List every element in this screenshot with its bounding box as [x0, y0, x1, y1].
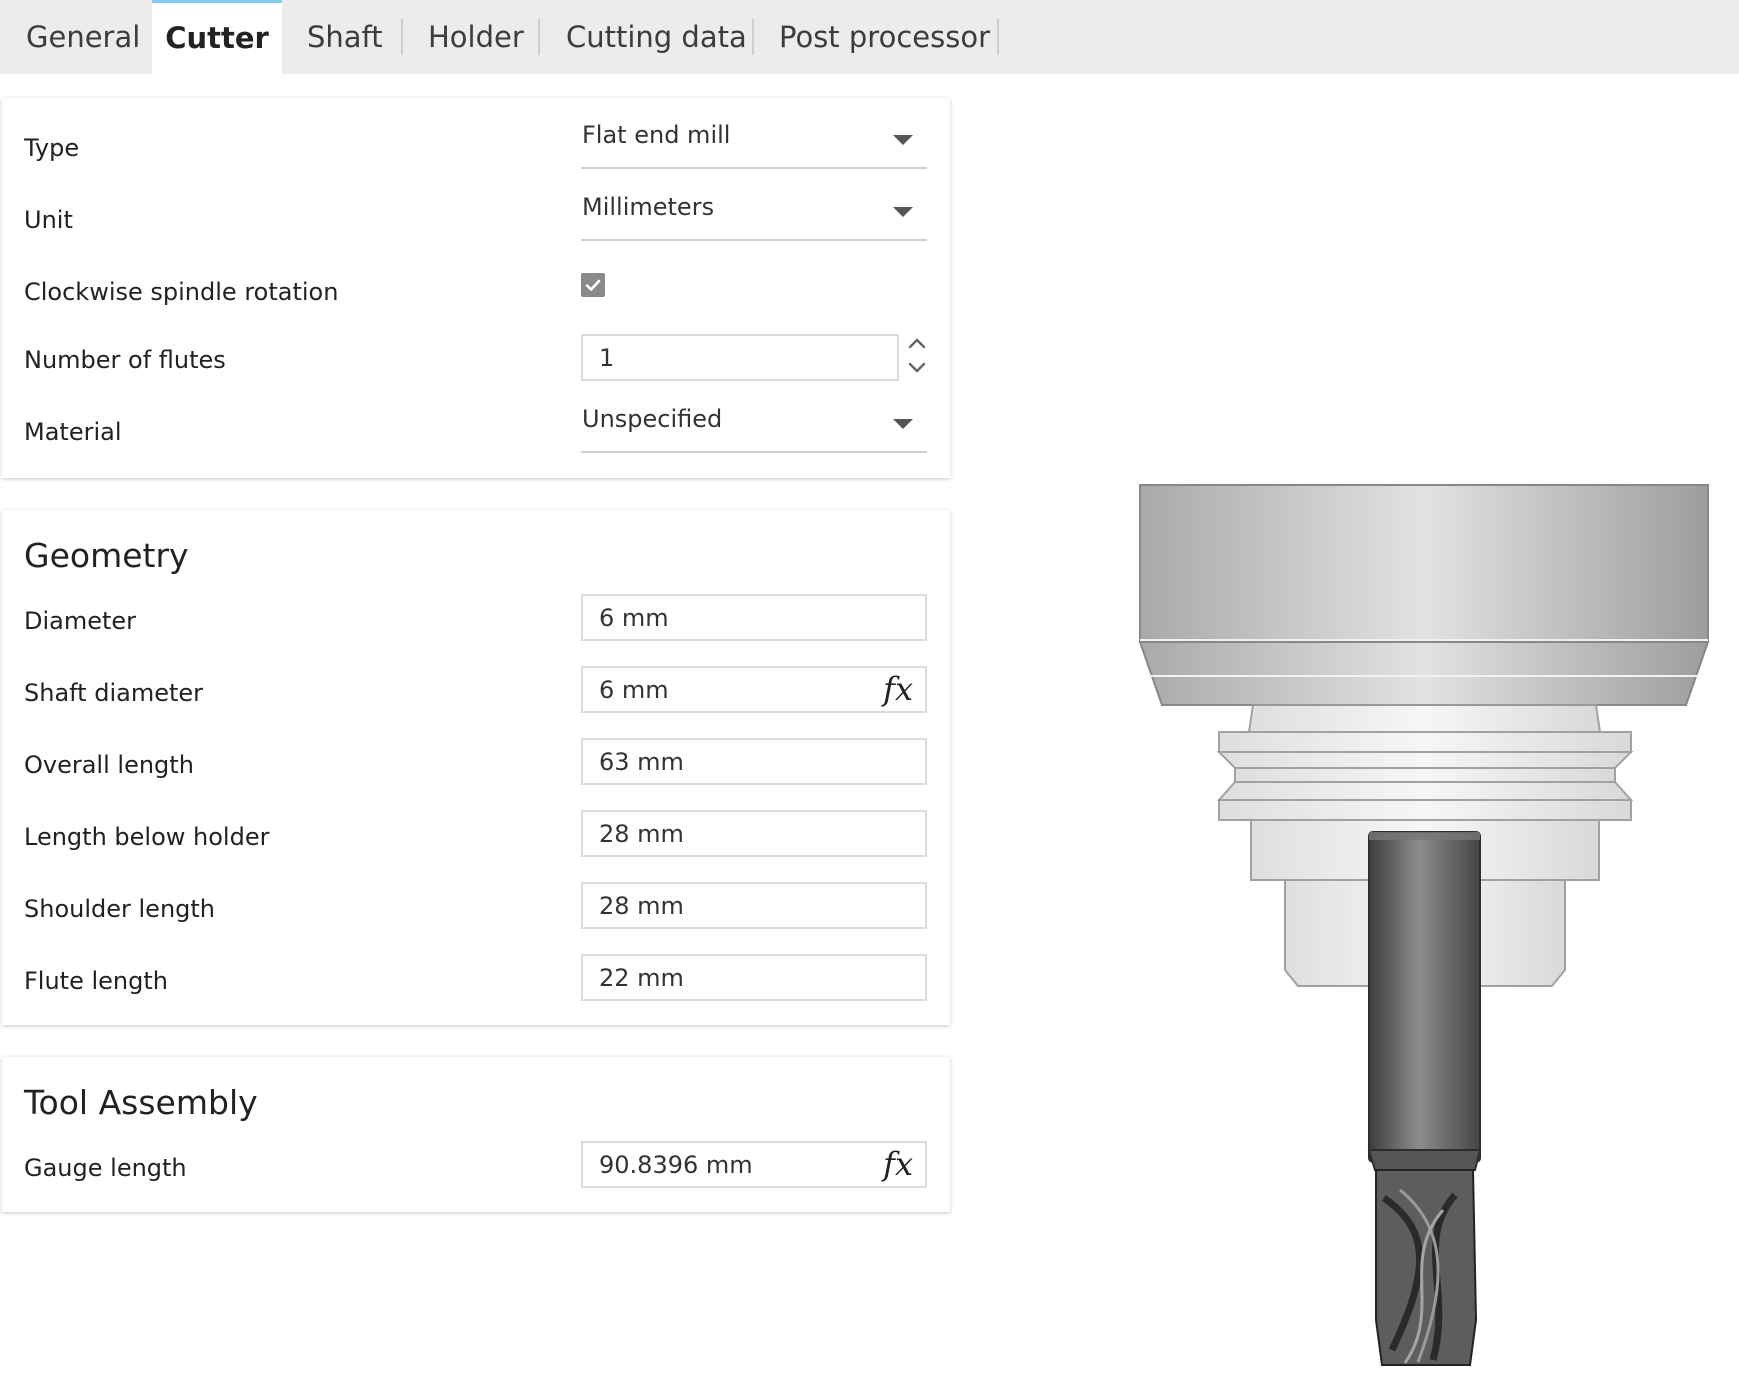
material-label: Material	[24, 418, 122, 446]
length-below-holder-label: Length below holder	[24, 823, 270, 851]
unit-label: Unit	[24, 206, 73, 234]
gauge-length-input[interactable]: 90.8396 mm fx	[581, 1141, 927, 1188]
formula-icon[interactable]: fx	[883, 1145, 913, 1183]
holder-body	[1138, 484, 1710, 706]
flutes-input[interactable]: 1	[581, 334, 899, 381]
tab-divider	[538, 19, 540, 55]
material-value: Unspecified	[582, 405, 723, 433]
chevron-down-icon	[893, 419, 913, 429]
material-dropdown[interactable]: Unspecified	[581, 403, 927, 453]
overall-length-label: Overall length	[24, 751, 194, 779]
shoulder-length-value: 28 mm	[599, 892, 684, 920]
tab-shaft[interactable]: Shaft	[307, 0, 383, 74]
type-value: Flat end mill	[582, 121, 731, 149]
length-below-holder-value: 28 mm	[599, 820, 684, 848]
shaft-diameter-input[interactable]: 6 mm fx	[581, 666, 927, 713]
tab-bar: General Cutter Shaft Holder Cutting data…	[0, 0, 1739, 74]
flutes-label: Number of flutes	[24, 346, 226, 374]
checkmark-icon	[585, 279, 601, 291]
shoulder-length-input[interactable]: 28 mm	[581, 882, 927, 929]
clockwise-label: Clockwise spindle rotation	[24, 278, 339, 306]
unit-dropdown[interactable]: Millimeters	[581, 191, 927, 241]
tool-assembly-panel	[2, 1057, 950, 1212]
diameter-input[interactable]: 6 mm	[581, 594, 927, 641]
end-mill	[1367, 831, 1482, 1366]
flute-length-label: Flute length	[24, 967, 168, 995]
geometry-title: Geometry	[24, 536, 189, 575]
chevron-down-icon	[893, 135, 913, 145]
unit-value: Millimeters	[582, 193, 715, 221]
shaft-diameter-label: Shaft diameter	[24, 679, 204, 707]
shoulder-length-label: Shoulder length	[24, 895, 216, 923]
type-dropdown[interactable]: Flat end mill	[581, 119, 927, 169]
type-label: Type	[24, 134, 80, 162]
tab-divider	[752, 19, 754, 55]
tool-preview	[1138, 484, 1710, 1366]
tab-cutting-data[interactable]: Cutting data	[566, 0, 747, 74]
chevron-down-icon	[893, 207, 913, 217]
clockwise-checkbox[interactable]	[581, 273, 605, 297]
diameter-label: Diameter	[24, 607, 137, 635]
flutes-stepper[interactable]	[906, 336, 928, 376]
diameter-value: 6 mm	[599, 604, 669, 632]
tab-post-processor[interactable]: Post processor	[779, 0, 990, 74]
flute-length-value: 22 mm	[599, 964, 684, 992]
overall-length-value: 63 mm	[599, 748, 684, 776]
overall-length-input[interactable]: 63 mm	[581, 738, 927, 785]
length-below-holder-input[interactable]: 28 mm	[581, 810, 927, 857]
flutes-value: 1	[599, 344, 615, 372]
tab-cutter[interactable]: Cutter	[152, 0, 282, 74]
flute-length-input[interactable]: 22 mm	[581, 954, 927, 1001]
tab-divider	[997, 19, 999, 55]
gauge-length-value: 90.8396 mm	[599, 1151, 753, 1179]
tab-general[interactable]: General	[26, 0, 140, 74]
tool-assembly-title: Tool Assembly	[24, 1083, 258, 1122]
tab-holder[interactable]: Holder	[428, 0, 524, 74]
formula-icon[interactable]: fx	[883, 670, 913, 708]
gauge-length-label: Gauge length	[24, 1154, 187, 1182]
tab-divider	[401, 19, 403, 55]
shaft-diameter-value: 6 mm	[599, 676, 669, 704]
